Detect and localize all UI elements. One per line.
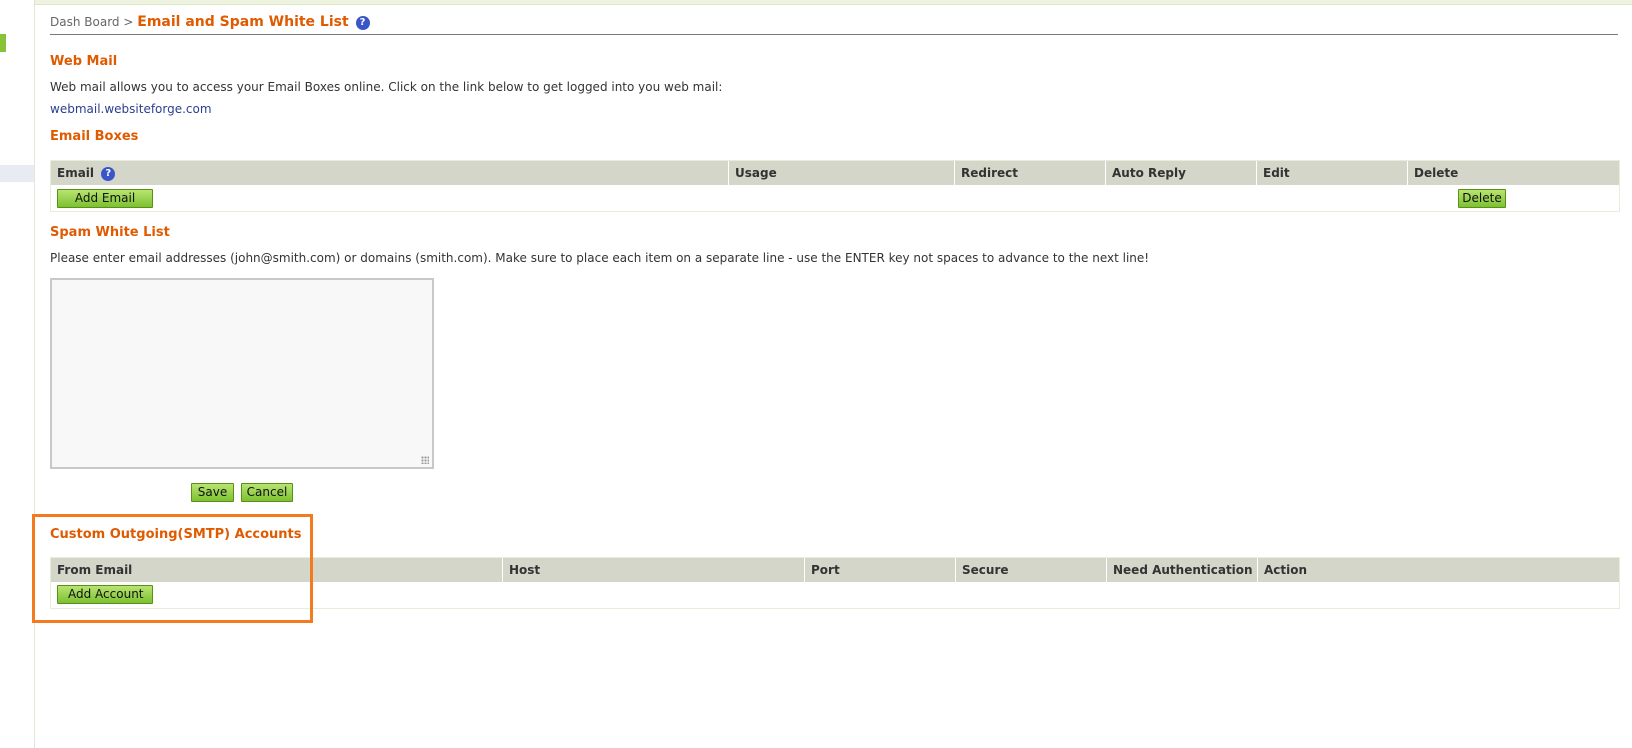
highlight-box bbox=[32, 514, 313, 623]
column-header-need-authentication: Need Authentication bbox=[1107, 558, 1258, 582]
spam-description: Please enter email addresses (john@smith… bbox=[50, 251, 1150, 265]
column-header-host: Host bbox=[503, 558, 805, 582]
column-header-action: Action bbox=[1264, 563, 1308, 577]
breadcrumb-dashboard-link[interactable]: Dash Board bbox=[50, 15, 120, 29]
column-header-delete: Delete bbox=[1414, 166, 1459, 180]
left-sidebar bbox=[0, 0, 35, 748]
email-help-icon[interactable]: ? bbox=[101, 167, 116, 181]
spam-white-list-heading: Spam White List bbox=[50, 225, 170, 240]
column-header-redirect: Redirect bbox=[955, 161, 1106, 185]
add-email-button[interactable]: Add Email bbox=[57, 189, 153, 208]
webmail-description: Web mail allows you to access your Email… bbox=[50, 80, 723, 94]
breadcrumb-separator: > bbox=[123, 15, 134, 29]
email-boxes-header-row: Email ? Usage Redirect Auto Reply Edit D… bbox=[51, 161, 1619, 185]
breadcrumb: Dash Board > Email and Spam White List ? bbox=[50, 14, 370, 30]
sidebar-selected-item[interactable] bbox=[0, 165, 34, 182]
breadcrumb-divider bbox=[50, 34, 1618, 35]
webmail-heading: Web Mail bbox=[50, 54, 118, 69]
email-boxes-heading: Email Boxes bbox=[50, 129, 139, 144]
column-header-email: Email ? bbox=[51, 161, 729, 185]
column-header-secure: Secure bbox=[956, 558, 1107, 582]
page-title: Email and Spam White List bbox=[137, 14, 349, 30]
resize-grip-icon[interactable] bbox=[421, 456, 429, 464]
column-header-usage: Usage bbox=[729, 161, 955, 185]
spam-white-list-textarea[interactable] bbox=[50, 278, 434, 469]
help-icon[interactable]: ? bbox=[355, 16, 370, 30]
delete-button[interactable]: Delete bbox=[1458, 189, 1506, 208]
email-boxes-table: Email ? Usage Redirect Auto Reply Edit D… bbox=[50, 160, 1620, 212]
column-header-edit: Edit bbox=[1257, 161, 1408, 185]
column-header-auto-reply: Auto Reply bbox=[1106, 161, 1257, 185]
top-border bbox=[0, 0, 1632, 5]
email-boxes-body: Add Email Delete bbox=[51, 185, 1619, 211]
cancel-button[interactable]: Cancel bbox=[241, 483, 293, 502]
column-header-port: Port bbox=[805, 558, 956, 582]
save-button[interactable]: Save bbox=[191, 483, 234, 502]
sidebar-active-tab[interactable] bbox=[0, 34, 6, 52]
webmail-link[interactable]: webmail.websiteforge.com bbox=[50, 102, 212, 116]
